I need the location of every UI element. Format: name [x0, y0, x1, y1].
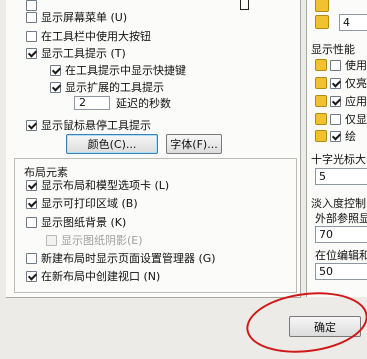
- layout-item: 显示图纸阴影(E): [46, 232, 143, 248]
- show-shortcut-keys-checkbox[interactable]: [50, 64, 61, 76]
- show-tooltips-label: 显示工具提示 (T): [41, 47, 126, 60]
- show-rollover-tooltips-checkbox[interactable]: [26, 119, 37, 131]
- crosshair-size-input[interactable]: 5: [315, 168, 367, 185]
- perf-option[interactable]: 使用: [315, 57, 367, 73]
- xref-display-label: 外部参照显: [315, 212, 367, 225]
- perf-label: 应用: [345, 95, 367, 108]
- resolution-input[interactable]: 4: [339, 14, 367, 31]
- layout-item[interactable]: 在新布局中创建视口 (N): [26, 268, 160, 284]
- show-printable-area-label: 显示可打印区域 (B): [41, 197, 138, 210]
- show-paper-shadow-checkbox: [46, 234, 57, 246]
- layout-item[interactable]: 新建布局时显示页面设置管理器 (G): [26, 250, 216, 266]
- delay-seconds-label: 延迟的秒数: [116, 97, 171, 110]
- crosshair-size-label: 十字光标大: [311, 153, 366, 166]
- in-place-edit-input[interactable]: 50: [315, 263, 367, 280]
- performance-icon: [315, 59, 327, 71]
- show-page-setup-manager-label: 新建布局时显示页面设置管理器 (G): [41, 252, 216, 265]
- show-paper-background-label: 显示图纸背景 (K): [41, 216, 127, 229]
- perf-option[interactable]: 仅显: [315, 111, 367, 127]
- show-extended-tooltips-label: 显示扩展的工具提示: [65, 81, 164, 94]
- xref-display-input[interactable]: 70: [315, 226, 367, 243]
- show-shortcut-keys-option[interactable]: 在工具提示中显示快捷键: [50, 62, 186, 78]
- color-button[interactable]: 颜色(C)...: [66, 134, 158, 154]
- show-extended-tooltips-checkbox[interactable]: [50, 81, 61, 93]
- perf-checkbox[interactable]: [330, 77, 341, 89]
- show-rollover-tooltips-label: 显示鼠标悬停工具提示: [41, 119, 151, 132]
- large-buttons-label: 在工具栏中使用大按钮: [41, 30, 151, 43]
- show-extended-tooltips-option[interactable]: 显示扩展的工具提示: [50, 79, 164, 95]
- perf-label: 绘: [345, 130, 356, 143]
- show-screen-menu-option[interactable]: 显示屏幕菜单 (U): [26, 9, 127, 25]
- show-tooltips-option[interactable]: 显示工具提示 (T): [26, 45, 126, 61]
- show-layout-tabs-label: 显示布局和模型选项卡 (L): [41, 179, 170, 192]
- delay-seconds-input[interactable]: 2: [74, 96, 110, 110]
- show-rollover-tooltips-option[interactable]: 显示鼠标悬停工具提示: [26, 117, 151, 133]
- layout-item[interactable]: 显示布局和模型选项卡 (L): [26, 177, 169, 193]
- show-tooltips-checkbox[interactable]: [26, 47, 37, 59]
- perf-option[interactable]: 应用: [315, 93, 367, 109]
- fade-control-title: 淡入度控制: [311, 197, 366, 210]
- text-cursor: [240, 0, 249, 10]
- show-screen-menu-label: 显示屏幕菜单 (U): [41, 11, 128, 24]
- font-button[interactable]: 字体(F)...: [166, 134, 222, 154]
- delay-seconds-row: 2 延迟的秒数: [74, 95, 171, 111]
- show-layout-tabs-checkbox[interactable]: [26, 179, 37, 191]
- large-buttons-option[interactable]: 在工具栏中使用大按钮: [26, 28, 151, 44]
- show-printable-area-checkbox[interactable]: [26, 197, 37, 209]
- large-buttons-checkbox[interactable]: [26, 30, 37, 42]
- perf-option[interactable]: 仅亮: [315, 75, 367, 91]
- show-shortcut-keys-label: 在工具提示中显示快捷键: [65, 64, 186, 77]
- perf-option[interactable]: 绘: [315, 128, 356, 144]
- resolution-icon: [315, 0, 329, 12]
- perf-checkbox[interactable]: [330, 95, 341, 107]
- right-options-panel: 4 显示性能 使用 仅亮 应用 仅显 绘 十字光标大 5 淡入度控制 外部参照显…: [306, 0, 367, 297]
- show-screen-menu-checkbox[interactable]: [26, 11, 37, 23]
- performance-icon: [315, 77, 327, 89]
- performance-icon: [315, 95, 327, 107]
- in-place-edit-label: 在位编辑和: [315, 249, 367, 262]
- show-paper-background-checkbox[interactable]: [26, 216, 37, 228]
- perf-checkbox[interactable]: [330, 130, 341, 142]
- ok-button[interactable]: 确定: [289, 316, 361, 337]
- layout-item[interactable]: 显示可打印区域 (B): [26, 195, 138, 211]
- resolution-icon: [315, 15, 329, 29]
- perf-checkbox[interactable]: [330, 113, 341, 125]
- create-viewport-checkbox[interactable]: [26, 270, 37, 282]
- display-performance-title: 显示性能: [311, 43, 355, 56]
- perf-checkbox[interactable]: [330, 59, 341, 71]
- performance-icon: [315, 113, 327, 125]
- performance-icon: [315, 130, 327, 142]
- show-paper-shadow-label: 显示图纸阴影(E): [61, 234, 143, 247]
- create-viewport-label: 在新布局中创建视口 (N): [41, 270, 161, 283]
- perf-label: 仅显: [345, 113, 367, 126]
- perf-label: 使用: [345, 59, 367, 72]
- show-page-setup-manager-checkbox[interactable]: [26, 252, 37, 264]
- layout-item[interactable]: 显示图纸背景 (K): [26, 214, 126, 230]
- perf-label: 仅亮: [345, 77, 367, 90]
